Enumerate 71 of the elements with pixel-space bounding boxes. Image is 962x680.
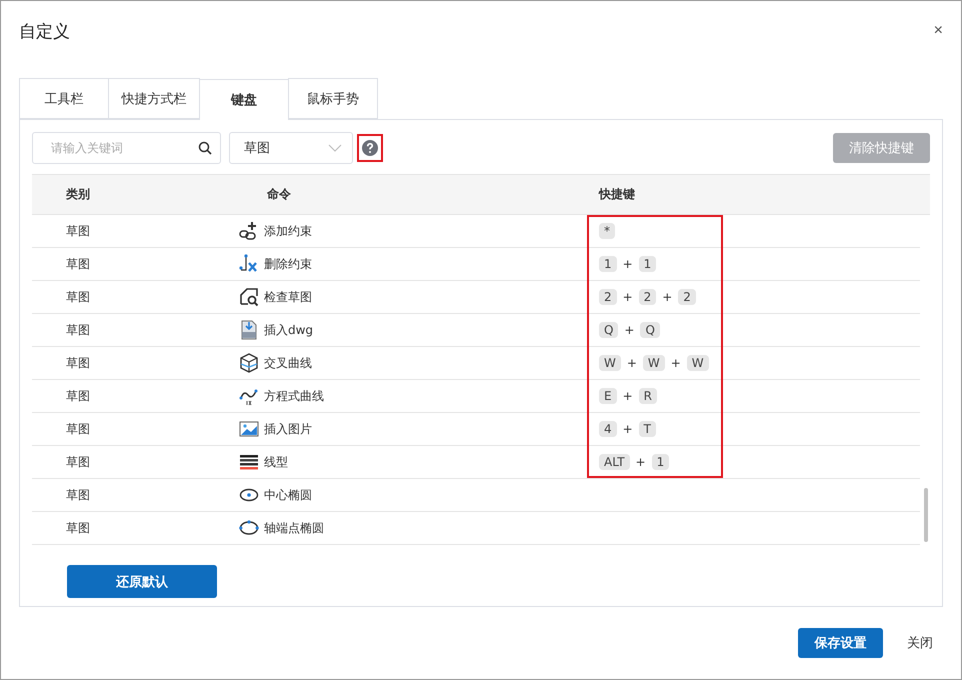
command-name: 检查草图 [264,288,312,306]
key-badge: E [599,388,617,404]
link-plus-icon [239,221,259,241]
key-badge: 4 [599,421,617,437]
table-cell-text: 草图 [65,288,91,306]
key-badge: W [642,355,665,371]
key-badge: T [638,421,656,437]
tab[interactable]: 工具栏 [19,78,109,119]
command-name: 删除约束 [264,256,312,272]
plus-sign: + [661,290,674,304]
table-cell-text: 草图 [65,454,91,470]
command-name: 插入dwg [264,322,314,338]
command-name: 中心椭圆 [264,486,312,504]
key-badge: 2 [678,289,696,305]
column-header: 命令 [266,186,292,203]
plus-sign: + [622,257,634,271]
plus-sign: + [622,422,634,436]
tab[interactable]: 快捷方式栏 [108,78,200,119]
key-badge: W [599,355,621,371]
key-badge: 2 [599,289,617,305]
file-icon [239,320,259,340]
table-cell-text: 草图 [65,322,91,338]
close-link[interactable]: 关闭 [907,634,933,652]
key-badge: 1 [599,256,617,272]
line-style-icon [239,452,259,472]
command-name: 线型 [264,454,288,470]
close-button[interactable]: × [934,22,943,40]
plus-sign: + [670,356,682,370]
image-icon [239,419,259,439]
plus-sign: + [626,356,638,370]
key-badge: R [638,388,657,404]
plus-sign: + [622,389,634,403]
table-cell-text: 草图 [65,520,91,536]
chevron-down-icon [328,144,342,152]
command-name: 插入图片 [264,420,312,438]
key-badge: 1 [638,256,656,272]
key-badge: W [686,355,709,371]
table-cell-text: 草图 [65,388,91,404]
command-name: 交叉曲线 [264,354,312,372]
search-icon [198,141,212,155]
restore-defaults-button[interactable]: 还原默认 [67,565,217,598]
key-badge: * [599,223,615,239]
table-cell-text: 草图 [65,420,91,438]
node-cross-icon [239,254,259,274]
cube-icon [239,353,259,373]
table-cell-text: 草图 [65,354,91,372]
search-field[interactable]: 请输入关键词 [32,132,221,164]
plus-sign: + [623,323,636,337]
key-badge: ALT [599,454,630,470]
dialog-title: 自定义 [19,20,70,42]
column-header: 类别 [65,186,91,203]
key-badge: 1 [652,454,670,470]
table-cell-text: 草图 [65,222,91,240]
column-header: 快捷键 [599,186,636,203]
sketch-search-icon [239,287,259,307]
tab[interactable]: 键盘 [199,79,289,120]
help-icon[interactable] [362,140,378,156]
save-button[interactable]: 保存设置 [798,628,883,658]
plus-sign: + [622,290,634,304]
scrollbar[interactable] [924,488,928,542]
command-name: 添加约束 [264,222,312,240]
key-badge: 2 [638,289,656,305]
key-badge: Q [640,322,660,338]
command-name: 轴端点椭圆 [264,520,324,536]
command-name: 方程式曲线 [264,388,324,404]
category-dropdown[interactable]: 草图 [229,132,353,164]
table-cell-text: 草图 [65,486,91,504]
key-badge: Q [599,322,618,338]
tab[interactable]: 鼠标手势 [288,78,378,119]
table-cell-text: 草图 [65,256,91,272]
plus-sign: + [634,455,647,469]
